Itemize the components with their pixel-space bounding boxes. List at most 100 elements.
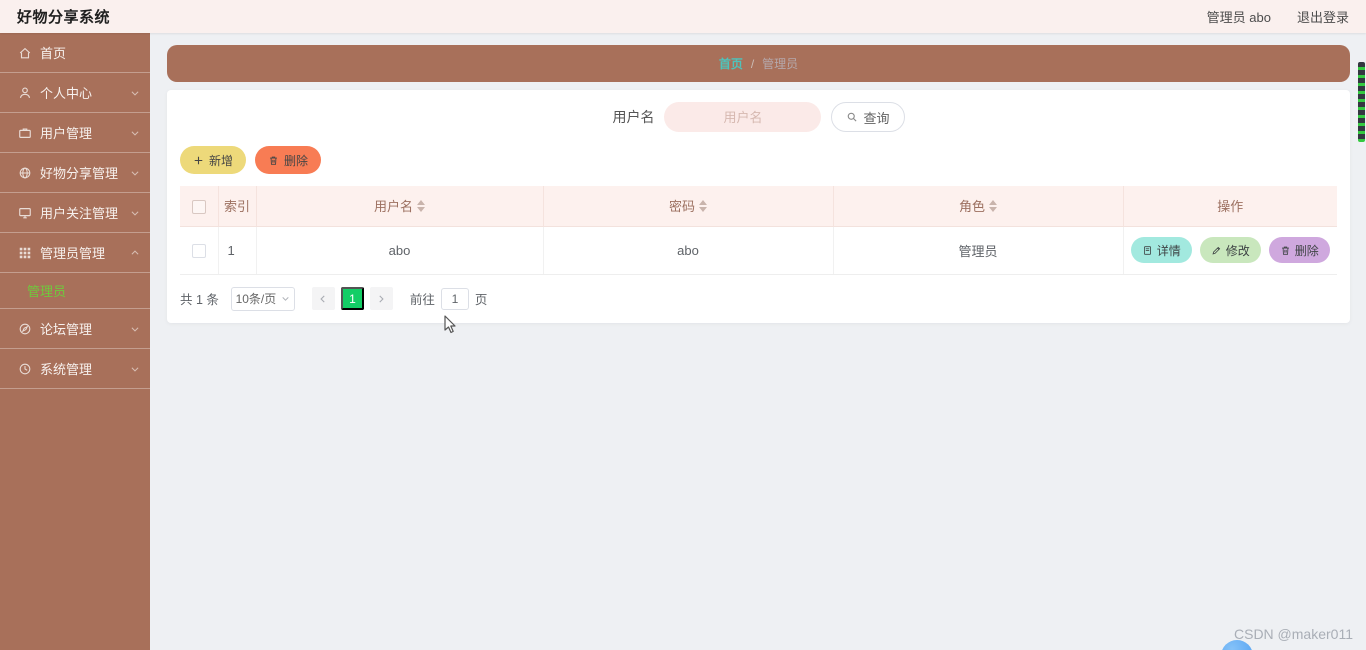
detail-button[interactable]: 详情: [1130, 237, 1192, 263]
goto-page-input[interactable]: [440, 287, 469, 310]
sidebar-item-user-management[interactable]: 用户管理: [0, 113, 150, 153]
plus-icon: [193, 155, 204, 166]
table-row: 1 abo abo 管理员 详情 修改 删除: [180, 226, 1337, 275]
column-label: 角色: [958, 199, 985, 215]
cell-username: abo: [256, 226, 544, 275]
sidebar-item-label: 个人中心: [40, 86, 93, 101]
sidebar-item-label: 论坛管理: [40, 322, 93, 337]
content-panel: 用户名 查询 新增 删除: [167, 90, 1350, 323]
search-icon: [846, 111, 858, 123]
trash-icon: [1280, 245, 1291, 256]
sidebar-item-system-management[interactable]: 系统管理: [0, 349, 150, 389]
sort-icon[interactable]: [417, 199, 425, 212]
clock-icon: [18, 362, 32, 376]
goto-label: 前往: [409, 293, 435, 307]
chevron-up-icon: [130, 248, 140, 258]
chevron-down-icon: [130, 364, 140, 374]
chevron-down-icon: [130, 88, 140, 98]
sidebar-item-follow-management[interactable]: 用户关注管理: [0, 193, 150, 233]
pagination: 共 1 条 10条/页 1 前往 页: [180, 286, 1337, 311]
add-button[interactable]: 新增: [180, 146, 247, 174]
breadcrumb-home[interactable]: 首页: [719, 55, 743, 72]
main-content: 首页 / 管理员 用户名 查询 新增: [150, 33, 1366, 650]
sidebar-subitem-label: 管理员: [27, 284, 67, 299]
chevron-down-icon: [130, 168, 140, 178]
next-page-button[interactable]: [369, 287, 393, 310]
search-field-label: 用户名: [612, 109, 655, 125]
edit-button-label: 修改: [1225, 243, 1250, 258]
breadcrumb: 首页 / 管理员: [167, 45, 1350, 82]
globe-icon: [18, 166, 32, 180]
cell-role: 管理员: [833, 226, 1124, 275]
sidebar-item-forum-management[interactable]: 论坛管理: [0, 309, 150, 349]
sidebar-item-admin-management[interactable]: 管理员管理: [0, 233, 150, 273]
page-size-select[interactable]: 10条/页: [230, 286, 295, 311]
row-select-cell: [180, 226, 219, 275]
sidebar-item-label: 管理员管理: [40, 246, 106, 261]
edit-button[interactable]: 修改: [1199, 237, 1261, 263]
chevron-down-icon: [281, 294, 290, 303]
briefcase-icon: [18, 126, 32, 140]
sidebar-item-label: 首页: [40, 46, 67, 61]
cell-password: abo: [543, 226, 834, 275]
add-button-label: 新增: [209, 153, 234, 168]
cell-index: 1: [218, 226, 257, 275]
pen-icon: [1211, 245, 1222, 256]
username-search-input[interactable]: [664, 102, 822, 132]
compass-icon: [18, 322, 32, 336]
document-icon: [1142, 245, 1153, 256]
sidebar-item-label: 用户关注管理: [40, 206, 119, 221]
search-button[interactable]: 查询: [831, 102, 905, 132]
chevron-down-icon: [130, 324, 140, 334]
page-size-value: 10条/页: [235, 292, 277, 306]
column-label: 操作: [1217, 199, 1244, 215]
page-unit-label: 页: [474, 293, 488, 307]
sidebar-item-label: 用户管理: [40, 126, 93, 141]
column-header-password[interactable]: 密码: [543, 186, 834, 227]
goto-page-group: 前往 页: [409, 287, 488, 310]
breadcrumb-separator: /: [750, 56, 755, 71]
current-user-label[interactable]: 管理员 abo: [1207, 7, 1271, 26]
grid-icon: [18, 246, 32, 260]
admin-table: 索引 用户名 密码 角色 操作 1 abo abo 管理员 详情 修改 删除: [180, 186, 1337, 275]
cell-actions: 详情 修改 删除: [1123, 226, 1337, 275]
row-checkbox[interactable]: [191, 243, 206, 258]
sidebar-item-home[interactable]: 首页: [0, 33, 150, 73]
column-header-role[interactable]: 角色: [833, 186, 1124, 227]
select-all-cell: [180, 186, 219, 227]
toolbar: 新增 删除: [180, 146, 1337, 174]
sidebar-item-label: 好物分享管理: [40, 166, 119, 181]
table-header-row: 索引 用户名 密码 角色 操作: [180, 186, 1337, 227]
sidebar-item-share-management[interactable]: 好物分享管理: [0, 153, 150, 193]
chevron-down-icon: [130, 208, 140, 218]
column-header-username[interactable]: 用户名: [256, 186, 544, 227]
column-label: 用户名: [373, 199, 413, 215]
detail-button-label: 详情: [1156, 243, 1181, 258]
search-row: 用户名 查询: [180, 100, 1337, 134]
trash-icon: [268, 155, 279, 166]
scrollbar-marker[interactable]: [1358, 62, 1365, 142]
sidebar-subitem-admin[interactable]: 管理员: [0, 273, 150, 309]
sidebar-item-personal-center[interactable]: 个人中心: [0, 73, 150, 113]
current-page-button[interactable]: 1: [340, 287, 364, 310]
sort-icon[interactable]: [989, 199, 997, 212]
column-label: 密码: [668, 199, 695, 215]
logout-button[interactable]: 退出登录: [1297, 7, 1349, 26]
sidebar-item-label: 系统管理: [40, 362, 93, 377]
chevron-down-icon: [130, 128, 140, 138]
chevron-right-icon: [376, 294, 386, 304]
user-icon: [18, 86, 32, 100]
header-right: 管理员 abo 退出登录: [1207, 7, 1349, 26]
app-header: 好物分享系统 管理员 abo 退出登录: [0, 0, 1366, 33]
search-button-label: 查询: [863, 110, 890, 126]
delete-button-label: 删除: [284, 153, 309, 168]
row-delete-button[interactable]: 删除: [1268, 237, 1330, 263]
breadcrumb-current: 管理员: [762, 57, 799, 71]
select-all-checkbox[interactable]: [191, 199, 206, 214]
column-header-index: 索引: [218, 186, 257, 227]
total-count-label: 共 1 条: [180, 293, 219, 307]
prev-page-button[interactable]: [311, 287, 335, 310]
sidebar: 首页 个人中心 用户管理 好物分享管理 用户关注管理 管理员管理 管理员 论坛管…: [0, 33, 150, 650]
sort-icon[interactable]: [699, 199, 707, 212]
delete-button[interactable]: 删除: [255, 146, 322, 174]
